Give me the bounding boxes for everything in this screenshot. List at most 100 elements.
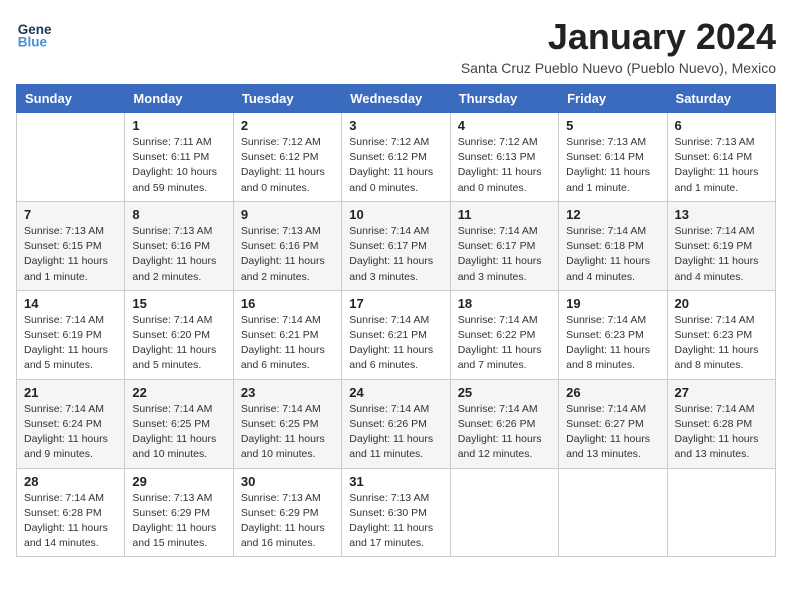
day-info: Sunrise: 7:13 AM Sunset: 6:29 PM Dayligh… — [132, 491, 225, 552]
col-header-tuesday: Tuesday — [233, 85, 341, 113]
day-info: Sunrise: 7:14 AM Sunset: 6:17 PM Dayligh… — [458, 224, 551, 285]
calendar-cell: 1 Sunrise: 7:11 AM Sunset: 6:11 PM Daylig… — [125, 113, 233, 202]
page-header: General Blue January 2024 Santa Cruz Pue… — [16, 16, 776, 76]
day-info: Sunrise: 7:13 AM Sunset: 6:15 PM Dayligh… — [24, 224, 117, 285]
calendar-cell: 2Sunrise: 7:12 AM Sunset: 6:12 PM Daylig… — [233, 113, 341, 202]
calendar-cell: 9 Sunrise: 7:13 AM Sunset: 6:16 PM Daylig… — [233, 201, 341, 290]
day-info: Sunrise: 7:12 AM Sunset: 6:12 PM Dayligh… — [241, 135, 334, 196]
calendar-cell: 11Sunrise: 7:14 AM Sunset: 6:17 PM Dayli… — [450, 201, 558, 290]
day-info: Sunrise: 7:14 AM Sunset: 6:25 PM Dayligh… — [241, 402, 334, 463]
calendar-cell: 19 Sunrise: 7:14 AM Sunset: 6:23 PM Dayli… — [559, 290, 667, 379]
day-info: Sunrise: 7:14 AM Sunset: 6:17 PM Dayligh… — [349, 224, 442, 285]
calendar-cell — [559, 468, 667, 557]
day-info: Sunrise: 7:13 AM Sunset: 6:14 PM Dayligh… — [675, 135, 768, 196]
calendar-cell: 4 Sunrise: 7:12 AM Sunset: 6:13 PM Daylig… — [450, 113, 558, 202]
calendar-body: 1 Sunrise: 7:11 AM Sunset: 6:11 PM Daylig… — [17, 113, 776, 557]
day-number: 1 — [132, 118, 225, 133]
day-number: 6 — [675, 118, 768, 133]
calendar-cell: 25 Sunrise: 7:14 AM Sunset: 6:26 PM Dayli… — [450, 379, 558, 468]
calendar-cell: 6 Sunrise: 7:13 AM Sunset: 6:14 PM Daylig… — [667, 113, 775, 202]
location-subtitle: Santa Cruz Pueblo Nuevo (Pueblo Nuevo), … — [461, 60, 776, 76]
day-info: Sunrise: 7:14 AM Sunset: 6:27 PM Dayligh… — [566, 402, 659, 463]
day-number: 27 — [675, 385, 768, 400]
calendar-cell: 16Sunrise: 7:14 AM Sunset: 6:21 PM Dayli… — [233, 290, 341, 379]
calendar-cell: 27 Sunrise: 7:14 AM Sunset: 6:28 PM Dayli… — [667, 379, 775, 468]
day-number: 12 — [566, 207, 659, 222]
col-header-sunday: Sunday — [17, 85, 125, 113]
day-number: 4 — [458, 118, 551, 133]
title-block: January 2024 Santa Cruz Pueblo Nuevo (Pu… — [461, 16, 776, 76]
calendar-cell: 5 Sunrise: 7:13 AM Sunset: 6:14 PM Daylig… — [559, 113, 667, 202]
day-number: 30 — [241, 474, 334, 489]
calendar-cell — [17, 113, 125, 202]
logo: General Blue — [16, 16, 52, 52]
day-number: 22 — [132, 385, 225, 400]
calendar-cell: 13 Sunrise: 7:14 AM Sunset: 6:19 PM Dayli… — [667, 201, 775, 290]
day-number: 5 — [566, 118, 659, 133]
day-number: 23 — [241, 385, 334, 400]
calendar-cell: 17 Sunrise: 7:14 AM Sunset: 6:21 PM Dayli… — [342, 290, 450, 379]
day-number: 15 — [132, 296, 225, 311]
calendar-week-3: 14 Sunrise: 7:14 AM Sunset: 6:19 PM Dayli… — [17, 290, 776, 379]
calendar-cell: 10Sunrise: 7:14 AM Sunset: 6:17 PM Dayli… — [342, 201, 450, 290]
calendar-cell: 14 Sunrise: 7:14 AM Sunset: 6:19 PM Dayli… — [17, 290, 125, 379]
day-info: Sunrise: 7:13 AM Sunset: 6:16 PM Dayligh… — [241, 224, 334, 285]
day-info: Sunrise: 7:13 AM Sunset: 6:14 PM Dayligh… — [566, 135, 659, 196]
day-number: 26 — [566, 385, 659, 400]
calendar-cell: 18Sunrise: 7:14 AM Sunset: 6:22 PM Dayli… — [450, 290, 558, 379]
calendar-cell: 15 Sunrise: 7:14 AM Sunset: 6:20 PM Dayli… — [125, 290, 233, 379]
calendar-cell: 7 Sunrise: 7:13 AM Sunset: 6:15 PM Daylig… — [17, 201, 125, 290]
calendar-table: SundayMondayTuesdayWednesdayThursdayFrid… — [16, 84, 776, 557]
day-info: Sunrise: 7:14 AM Sunset: 6:21 PM Dayligh… — [349, 313, 442, 374]
day-number: 29 — [132, 474, 225, 489]
day-number: 14 — [24, 296, 117, 311]
day-number: 13 — [675, 207, 768, 222]
col-header-saturday: Saturday — [667, 85, 775, 113]
day-info: Sunrise: 7:11 AM Sunset: 6:11 PM Dayligh… — [132, 135, 225, 196]
day-number: 31 — [349, 474, 442, 489]
day-info: Sunrise: 7:14 AM Sunset: 6:19 PM Dayligh… — [675, 224, 768, 285]
day-number: 9 — [241, 207, 334, 222]
day-info: Sunrise: 7:14 AM Sunset: 6:23 PM Dayligh… — [675, 313, 768, 374]
day-number: 19 — [566, 296, 659, 311]
calendar-cell: 21Sunrise: 7:14 AM Sunset: 6:24 PM Dayli… — [17, 379, 125, 468]
calendar-cell — [667, 468, 775, 557]
day-info: Sunrise: 7:14 AM Sunset: 6:20 PM Dayligh… — [132, 313, 225, 374]
day-info: Sunrise: 7:14 AM Sunset: 6:18 PM Dayligh… — [566, 224, 659, 285]
day-number: 18 — [458, 296, 551, 311]
day-info: Sunrise: 7:14 AM Sunset: 6:28 PM Dayligh… — [24, 491, 117, 552]
day-number: 20 — [675, 296, 768, 311]
calendar-cell: 24Sunrise: 7:14 AM Sunset: 6:26 PM Dayli… — [342, 379, 450, 468]
calendar-cell: 20 Sunrise: 7:14 AM Sunset: 6:23 PM Dayli… — [667, 290, 775, 379]
day-number: 8 — [132, 207, 225, 222]
day-number: 28 — [24, 474, 117, 489]
calendar-cell: 23 Sunrise: 7:14 AM Sunset: 6:25 PM Dayli… — [233, 379, 341, 468]
day-info: Sunrise: 7:13 AM Sunset: 6:16 PM Dayligh… — [132, 224, 225, 285]
day-info: Sunrise: 7:14 AM Sunset: 6:26 PM Dayligh… — [349, 402, 442, 463]
calendar-cell: 29 Sunrise: 7:13 AM Sunset: 6:29 PM Dayli… — [125, 468, 233, 557]
day-info: Sunrise: 7:12 AM Sunset: 6:12 PM Dayligh… — [349, 135, 442, 196]
day-info: Sunrise: 7:13 AM Sunset: 6:29 PM Dayligh… — [241, 491, 334, 552]
calendar-cell: 31 Sunrise: 7:13 AM Sunset: 6:30 PM Dayli… — [342, 468, 450, 557]
calendar-cell: 26 Sunrise: 7:14 AM Sunset: 6:27 PM Dayli… — [559, 379, 667, 468]
day-info: Sunrise: 7:14 AM Sunset: 6:26 PM Dayligh… — [458, 402, 551, 463]
calendar-week-4: 21Sunrise: 7:14 AM Sunset: 6:24 PM Dayli… — [17, 379, 776, 468]
day-info: Sunrise: 7:12 AM Sunset: 6:13 PM Dayligh… — [458, 135, 551, 196]
col-header-wednesday: Wednesday — [342, 85, 450, 113]
day-info: Sunrise: 7:14 AM Sunset: 6:28 PM Dayligh… — [675, 402, 768, 463]
day-number: 16 — [241, 296, 334, 311]
month-title: January 2024 — [461, 16, 776, 58]
svg-text:Blue: Blue — [18, 35, 48, 50]
day-info: Sunrise: 7:14 AM Sunset: 6:23 PM Dayligh… — [566, 313, 659, 374]
calendar-header-row: SundayMondayTuesdayWednesdayThursdayFrid… — [17, 85, 776, 113]
day-number: 17 — [349, 296, 442, 311]
day-info: Sunrise: 7:14 AM Sunset: 6:25 PM Dayligh… — [132, 402, 225, 463]
calendar-cell: 28 Sunrise: 7:14 AM Sunset: 6:28 PM Dayli… — [17, 468, 125, 557]
day-info: Sunrise: 7:13 AM Sunset: 6:30 PM Dayligh… — [349, 491, 442, 552]
calendar-cell: 30 Sunrise: 7:13 AM Sunset: 6:29 PM Dayli… — [233, 468, 341, 557]
day-info: Sunrise: 7:14 AM Sunset: 6:19 PM Dayligh… — [24, 313, 117, 374]
day-number: 3 — [349, 118, 442, 133]
col-header-monday: Monday — [125, 85, 233, 113]
day-number: 7 — [24, 207, 117, 222]
day-number: 25 — [458, 385, 551, 400]
